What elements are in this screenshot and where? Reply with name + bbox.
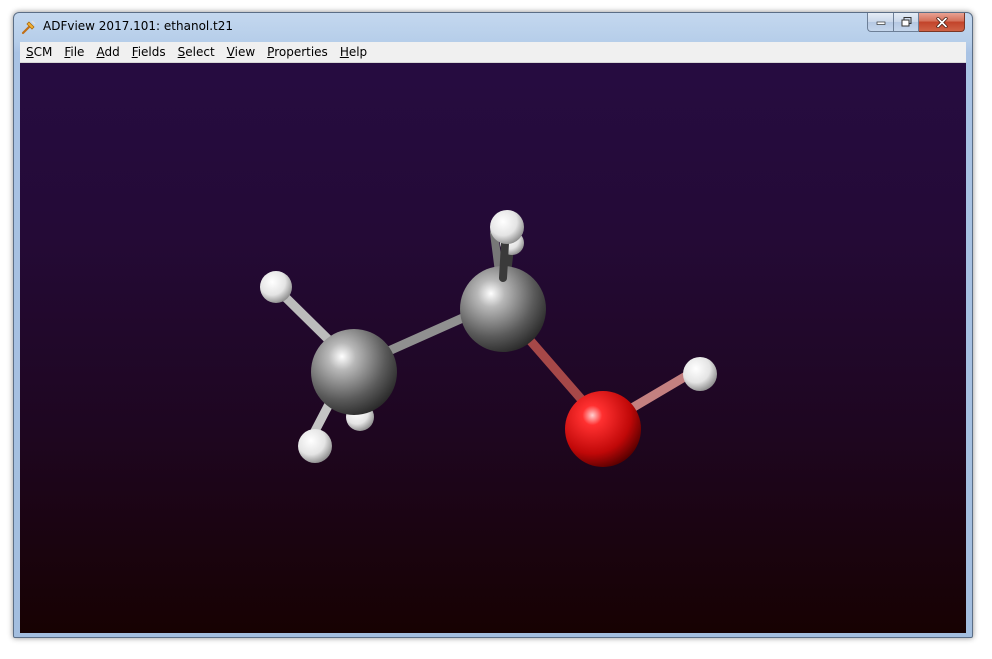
menu-help[interactable]: Help [334,42,373,62]
menu-file[interactable]: File [58,42,90,62]
window-title: ADFview 2017.101: ethanol.t21 [43,19,234,33]
menu-bar: SCM File Add Fields Select View Properti… [20,42,966,63]
app-window: ADFview 2017.101: ethanol.t21 SCM File A… [13,12,973,638]
menu-properties[interactable]: Properties [261,42,334,62]
atom-h9[interactable] [683,357,717,391]
menu-select[interactable]: Select [172,42,221,62]
molecule-canvas[interactable] [20,63,966,633]
minimize-icon [876,21,885,25]
menu-view[interactable]: View [221,42,261,62]
bond-c1-h5-front [499,239,509,282]
minimize-button[interactable] [867,13,893,32]
molecule-viewport[interactable] [20,63,966,633]
atom-o1[interactable] [565,391,641,467]
title-bar[interactable]: ADFview 2017.101: ethanol.t21 [14,13,972,42]
maximize-icon [901,17,911,27]
close-icon [935,16,948,28]
scm-adf-icon [21,20,36,35]
atom-h4[interactable] [298,429,332,463]
close-button[interactable] [919,13,965,32]
atom-h1[interactable] [260,271,292,303]
maximize-button[interactable] [893,13,919,32]
menu-fields[interactable]: Fields [126,42,172,62]
atom-h5[interactable] [490,210,524,244]
menu-scm[interactable]: SCM [20,42,58,62]
menu-add[interactable]: Add [90,42,125,62]
atom-c2[interactable] [311,329,397,415]
window-controls [867,13,965,32]
